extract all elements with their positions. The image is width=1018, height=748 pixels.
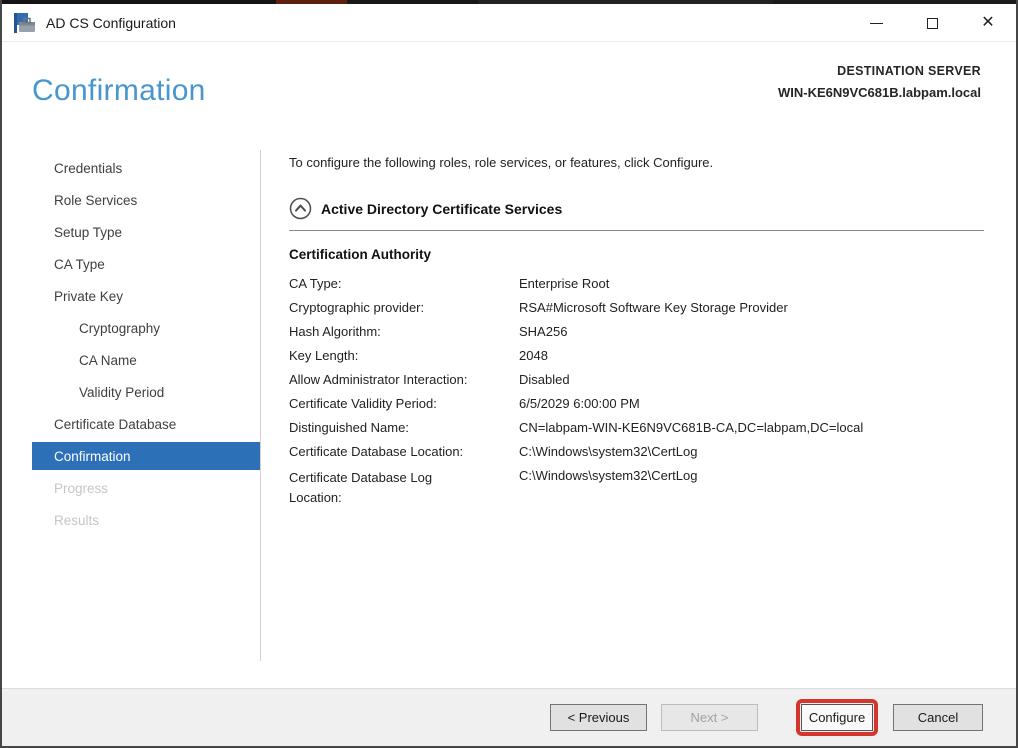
sidebar-separator	[260, 150, 261, 661]
section-divider	[289, 230, 984, 231]
configure-button[interactable]: Configure	[801, 704, 873, 731]
row-label: Allow Administrator Interaction:	[289, 371, 468, 387]
row-value: Enterprise Root	[519, 275, 610, 291]
sidebar-item-ca-type[interactable]: CA Type	[32, 248, 260, 280]
row-label: Certificate Database Location:	[289, 443, 464, 459]
sidebar-item-credentials[interactable]: Credentials	[32, 152, 260, 184]
sidebar-item-cryptography[interactable]: Cryptography	[32, 312, 260, 344]
sidebar-item-confirmation[interactable]: Confirmation	[32, 442, 260, 470]
next-button[interactable]: Next >	[661, 704, 758, 731]
server-manager-icon	[14, 12, 35, 33]
adcs-configuration-window: AD CS Configuration ✕ Confirmation DESTI…	[0, 0, 1018, 748]
row-label: Hash Algorithm:	[289, 323, 381, 339]
maximize-icon	[926, 17, 938, 29]
configuration-summary: CA Type: Enterprise Root Cryptographic p…	[289, 271, 984, 514]
destination-server-name: WIN-KE6N9VC681B.labpam.local	[777, 85, 981, 100]
wizard-footer: < Previous Next > Configure Cancel	[2, 688, 1016, 746]
page-title: Confirmation	[32, 74, 206, 107]
window-title: AD CS Configuration	[46, 14, 176, 31]
row-value: C:\Windows\system32\CertLog	[519, 443, 698, 459]
row-value: Disabled	[519, 371, 570, 387]
chevron-up-circle-icon[interactable]	[289, 197, 312, 220]
row-value: C:\Windows\system32\CertLog	[519, 467, 698, 483]
table-row: Key Length: 2048	[289, 343, 984, 367]
cancel-button[interactable]: Cancel	[893, 704, 983, 731]
sidebar-item-certificate-database[interactable]: Certificate Database	[32, 408, 260, 440]
row-label: Key Length:	[289, 347, 359, 363]
sidebar-item-progress: Progress	[54, 480, 109, 496]
row-value: 6/5/2029 6:00:00 PM	[519, 395, 640, 411]
minimize-button[interactable]	[848, 4, 904, 42]
row-label: Distinguished Name:	[289, 419, 409, 435]
wizard-steps-sidebar: Credentials Role Services Setup Type CA …	[2, 152, 260, 536]
destination-server-label: DESTINATION SERVER	[837, 64, 981, 78]
row-value: 2048	[519, 347, 548, 363]
row-value: SHA256	[519, 323, 568, 339]
destination-server-block: DESTINATION SERVER WIN-KE6N9VC681B.labpa…	[778, 64, 981, 100]
table-row: Allow Administrator Interaction: Disable…	[289, 367, 984, 391]
row-label: Cryptographic provider:	[289, 299, 425, 315]
window-controls: ✕	[848, 4, 1016, 42]
title-bar: AD CS Configuration ✕	[2, 4, 1016, 42]
sidebar-item-setup-type[interactable]: Setup Type	[32, 216, 260, 248]
row-value: CN=labpam-WIN-KE6N9VC681B-CA,DC=labpam,D…	[519, 419, 864, 435]
wizard-body: Credentials Role Services Setup Type CA …	[2, 140, 1016, 688]
sidebar-item-ca-name[interactable]: CA Name	[32, 344, 260, 376]
section-title: Active Directory Certificate Services	[321, 200, 563, 217]
configure-highlight-annotation: Configure	[796, 699, 878, 736]
table-row: Cryptographic provider: RSA#Microsoft So…	[289, 295, 984, 319]
minimize-icon	[869, 22, 883, 24]
confirmation-content: To configure the following roles, role s…	[289, 140, 984, 514]
sidebar-item-private-key[interactable]: Private Key	[32, 280, 260, 312]
previous-button[interactable]: < Previous	[550, 704, 647, 731]
row-value: RSA#Microsoft Software Key Storage Provi…	[519, 299, 788, 315]
table-row: Distinguished Name: CN=labpam-WIN-KE6N9V…	[289, 415, 984, 439]
sidebar-item-role-services[interactable]: Role Services	[32, 184, 260, 216]
table-row: Certificate Database Location: C:\Window…	[289, 439, 984, 463]
row-label: CA Type:	[289, 275, 342, 291]
close-icon: ✕	[981, 14, 995, 31]
collapsible-section-header[interactable]: Active Directory Certificate Services	[289, 197, 984, 220]
row-label: Certificate Database Log Location:	[289, 469, 433, 506]
table-row: Hash Algorithm: SHA256	[289, 319, 984, 343]
instruction-text: To configure the following roles, role s…	[289, 155, 714, 170]
table-row: CA Type: Enterprise Root	[289, 271, 984, 295]
close-button[interactable]: ✕	[960, 4, 1016, 42]
maximize-button[interactable]	[904, 4, 960, 42]
group-title: Certification Authority	[289, 247, 432, 262]
sidebar-item-validity-period[interactable]: Validity Period	[32, 376, 260, 408]
table-row: Certificate Database Log Location: C:\Wi…	[289, 463, 984, 514]
sidebar-item-results: Results	[54, 512, 100, 528]
wizard-header: Confirmation DESTINATION SERVER WIN-KE6N…	[2, 42, 1016, 140]
table-row: Certificate Validity Period: 6/5/2029 6:…	[289, 391, 984, 415]
row-label: Certificate Validity Period:	[289, 395, 437, 411]
